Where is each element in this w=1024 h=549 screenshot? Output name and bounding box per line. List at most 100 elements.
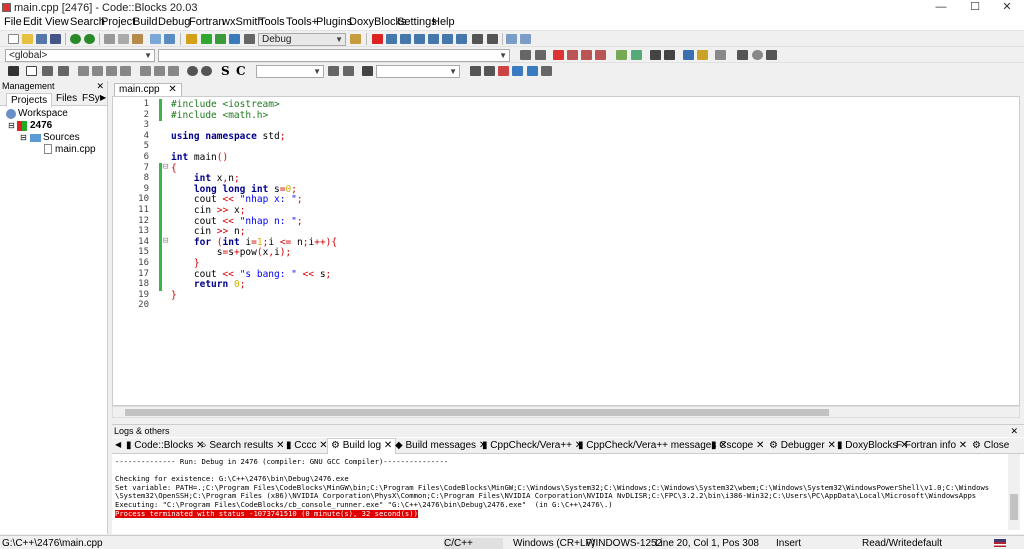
fold-icon[interactable]: ⊟ bbox=[163, 236, 169, 246]
tree-project[interactable]: 2476 bbox=[30, 120, 52, 131]
pause-icon[interactable] bbox=[472, 34, 483, 44]
menu-build[interactable]: Build bbox=[133, 16, 157, 28]
copy-icon[interactable] bbox=[118, 34, 129, 44]
insert-before-icon[interactable] bbox=[154, 66, 165, 76]
box-sizer-icon[interactable] bbox=[26, 66, 37, 76]
abort-icon[interactable] bbox=[244, 34, 255, 44]
chevron-left-icon[interactable]: ◀ bbox=[115, 440, 121, 449]
scrollbar-thumb[interactable] bbox=[1010, 494, 1018, 520]
new-file-icon[interactable] bbox=[8, 34, 19, 44]
tools-icon[interactable] bbox=[343, 66, 354, 76]
paste-icon[interactable] bbox=[132, 34, 143, 44]
spacer-icon[interactable] bbox=[92, 66, 103, 76]
undo-icon[interactable] bbox=[70, 34, 81, 44]
flex-grid-sizer-icon[interactable] bbox=[58, 66, 69, 76]
editor-horizontal-scrollbar[interactable] bbox=[112, 406, 1020, 418]
insert-into-icon[interactable] bbox=[140, 66, 151, 76]
regex-icon[interactable] bbox=[541, 66, 552, 76]
function-select[interactable]: ▼ bbox=[158, 49, 510, 62]
zoom-in-icon[interactable] bbox=[187, 66, 198, 76]
tab-fortran-info[interactable]: F Fortran info ✕ bbox=[896, 440, 967, 451]
menu-edit[interactable]: Edit bbox=[23, 16, 42, 28]
menu-view[interactable]: View bbox=[45, 16, 69, 28]
scrollbar-thumb[interactable] bbox=[125, 409, 829, 416]
code-editor[interactable]: 1 2 3 4 5 6 7 8 9 10 11 12 13 14 15 16 17 18 19 20 ⊟ ⊟ #inc… bbox=[112, 96, 1020, 406]
editor-tab-main-cpp[interactable]: main.cpp ✕ bbox=[114, 83, 182, 96]
bookmark-prev-icon[interactable] bbox=[567, 50, 578, 60]
goto-end-icon[interactable] bbox=[766, 50, 777, 60]
tab-cccc[interactable]: ▮ Cccc ✕ bbox=[286, 440, 328, 451]
collapse-icon[interactable]: ⊟ bbox=[20, 133, 27, 142]
notebook-icon[interactable] bbox=[120, 66, 131, 76]
jump-forward-icon[interactable] bbox=[535, 50, 546, 60]
panel-icon[interactable] bbox=[106, 66, 117, 76]
menu-plugins[interactable]: Plugins bbox=[316, 16, 352, 28]
open-folder-icon[interactable] bbox=[22, 34, 33, 44]
codesnippet-select[interactable]: ▼ bbox=[256, 65, 324, 78]
next-instruction-icon[interactable] bbox=[442, 34, 453, 44]
static-box-icon[interactable] bbox=[78, 66, 89, 76]
highlight-icon[interactable] bbox=[498, 66, 509, 76]
bookmark-next-icon[interactable] bbox=[581, 50, 592, 60]
tab-cppcheck-messages[interactable]: ▮ CppCheck/Vera++ messages ✕ bbox=[578, 440, 728, 451]
comment-icon[interactable] bbox=[650, 50, 661, 60]
pointer-icon[interactable] bbox=[8, 66, 19, 76]
menu-fortran[interactable]: Fortran bbox=[189, 16, 224, 28]
console-icon[interactable] bbox=[362, 66, 373, 76]
step-into-icon[interactable] bbox=[414, 34, 425, 44]
tab-close[interactable]: ⚙ Close bbox=[972, 440, 1009, 451]
run-icon[interactable] bbox=[201, 34, 212, 44]
menu-file[interactable]: File bbox=[4, 16, 22, 28]
debug-info-icon[interactable] bbox=[520, 34, 531, 44]
code-tools-icon[interactable] bbox=[616, 50, 627, 60]
s-icon[interactable]: S bbox=[221, 64, 230, 78]
chevron-right-icon[interactable]: ▶ bbox=[98, 93, 108, 102]
close-window-button[interactable]: ✕ bbox=[992, 0, 1022, 15]
tree-sources[interactable]: Sources bbox=[43, 132, 80, 143]
stop-debug-icon[interactable] bbox=[487, 34, 498, 44]
bookmark-clear-icon[interactable] bbox=[595, 50, 606, 60]
menu-help[interactable]: Help bbox=[432, 16, 455, 28]
search-icon[interactable] bbox=[328, 66, 339, 76]
tree-main-cpp[interactable]: main.cpp bbox=[55, 144, 96, 155]
grid-sizer-icon[interactable] bbox=[42, 66, 53, 76]
tree-workspace[interactable]: Workspace bbox=[18, 108, 68, 119]
next-match-icon[interactable] bbox=[484, 66, 495, 76]
tab-projects[interactable]: Projects bbox=[6, 93, 53, 107]
menu-tools[interactable]: Tools bbox=[259, 16, 285, 28]
tab-build-messages[interactable]: ◆ Build messages ✕ bbox=[395, 440, 487, 451]
menu-search[interactable]: Search bbox=[70, 16, 105, 28]
debug-start-icon[interactable] bbox=[372, 34, 383, 44]
maximize-button[interactable]: ☐ bbox=[960, 0, 990, 15]
scope-select[interactable]: <global> ▼ bbox=[5, 49, 155, 62]
menu-project[interactable]: Project bbox=[101, 16, 135, 28]
fold-icon[interactable]: ⊟ bbox=[163, 162, 169, 172]
step-into-instruction-icon[interactable] bbox=[456, 34, 467, 44]
uncomment-icon[interactable] bbox=[664, 50, 675, 60]
code-insert-icon[interactable] bbox=[631, 50, 642, 60]
menu-tools-plus[interactable]: Tools+ bbox=[286, 16, 318, 28]
close-icon[interactable]: ✕ bbox=[1010, 425, 1018, 437]
tab-codeblocks-log[interactable]: ▮ Code::Blocks ✕ bbox=[126, 440, 204, 451]
run-to-cursor-icon[interactable] bbox=[386, 34, 397, 44]
build-target-select[interactable]: Debug ▼ bbox=[258, 33, 346, 46]
rebuild-icon[interactable] bbox=[229, 34, 240, 44]
build-and-run-icon[interactable] bbox=[215, 34, 226, 44]
find-icon[interactable] bbox=[150, 34, 161, 44]
tab-files[interactable]: Files bbox=[54, 93, 79, 104]
debug-windows-icon[interactable] bbox=[506, 34, 517, 44]
tab-cppcheck[interactable]: ▮ CppCheck/Vera++ ✕ bbox=[482, 440, 583, 451]
minimize-button[interactable]: — bbox=[926, 0, 956, 15]
c-icon[interactable]: C bbox=[236, 64, 246, 78]
whole-word-icon[interactable] bbox=[527, 66, 538, 76]
tab-cscope[interactable]: ▮ Cscope ✕ bbox=[711, 440, 764, 451]
menu-wxsmith[interactable]: wxSmith bbox=[222, 16, 264, 28]
show-select-target-icon[interactable] bbox=[350, 34, 361, 44]
next-line-icon[interactable] bbox=[400, 34, 411, 44]
search-text-select[interactable]: ▼ bbox=[376, 65, 460, 78]
redo-icon[interactable] bbox=[84, 34, 95, 44]
prev-match-icon[interactable] bbox=[470, 66, 481, 76]
zoom-out-icon[interactable] bbox=[201, 66, 212, 76]
doxy-wizard-icon[interactable] bbox=[683, 50, 694, 60]
menu-debug[interactable]: Debug bbox=[158, 16, 190, 28]
